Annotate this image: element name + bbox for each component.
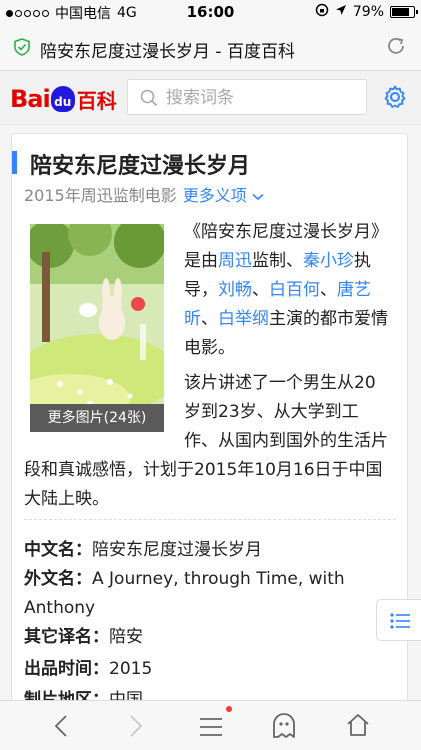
battery-icon <box>390 6 418 18</box>
intro-text-2: 监制、 <box>252 251 303 271</box>
chevron-down-icon <box>252 193 264 201</box>
director-link[interactable]: 秦小珍 <box>303 251 354 271</box>
status-bar: 中国电信 4G 16:00 79% <box>0 0 421 24</box>
search-icon <box>140 89 158 107</box>
menu-icon[interactable] <box>199 717 223 741</box>
info-key: 外文名： <box>24 569 92 589</box>
site-header: Bai du 百科 <box>0 71 421 125</box>
more-meanings-label: 更多义项 <box>182 186 247 205</box>
battery-label: 79% <box>352 4 384 20</box>
producer-link[interactable]: 周迅 <box>218 251 252 271</box>
ghost-icon[interactable] <box>272 713 296 743</box>
search-input[interactable] <box>166 86 356 110</box>
lock-rotation-icon <box>315 3 329 21</box>
forward-icon[interactable] <box>129 714 143 742</box>
actor-link[interactable]: 白百何 <box>269 280 320 300</box>
info-key: 中文名： <box>24 540 92 560</box>
info-value: 陪安东尼度过漫长岁月 <box>92 540 262 560</box>
search-box[interactable] <box>127 79 367 115</box>
shield-icon <box>14 38 30 60</box>
entry-subtitle-row: 2015年周迅监制电影 更多义项 <box>24 182 264 206</box>
entry-title: 陪安东尼度过漫长岁月 <box>30 154 251 179</box>
info-value: 陪安 <box>109 627 143 647</box>
separator: 、 <box>252 280 269 300</box>
notification-dot <box>226 706 232 712</box>
back-icon[interactable] <box>54 714 68 742</box>
synopsis-paragraph: 该片讲述了一个男生从20岁到23岁、从大学到工作、从国内到国外的生活片 <box>184 373 388 451</box>
info-row: 中文名：陪安东尼度过漫长岁月 <box>24 536 396 565</box>
home-icon[interactable] <box>346 713 370 741</box>
poster-image[interactable] <box>30 224 164 430</box>
paw-icon: du <box>50 86 75 112</box>
toc-button[interactable] <box>376 599 421 641</box>
logo-baike: 百科 <box>76 88 117 113</box>
info-row: 外文名：A Journey, through Time, with Anthon… <box>24 565 396 623</box>
location-icon <box>335 4 347 20</box>
refresh-icon[interactable] <box>385 35 407 57</box>
section-divider <box>24 519 396 520</box>
title-accent-bar <box>12 151 17 174</box>
entry-card: 陪安东尼度过漫长岁月 2015年周迅监制电影 更多义项 更多图片(24张) 《陪安… <box>11 133 408 750</box>
actor-link[interactable]: 白举纲 <box>218 309 269 329</box>
gear-icon[interactable] <box>383 85 407 113</box>
info-row: 出品时间：2015 <box>24 655 396 684</box>
info-row: 其它译名：陪安 <box>24 623 396 652</box>
logo-bai: Bai <box>10 85 51 113</box>
status-right: 79% <box>315 3 418 21</box>
more-images-button[interactable]: 更多图片(24张) <box>30 404 164 432</box>
info-key: 其它译名： <box>24 627 109 647</box>
entry-subtitle: 2015年周迅监制电影 <box>24 186 177 205</box>
actor-link[interactable]: 刘畅 <box>218 280 252 300</box>
list-icon <box>390 613 410 629</box>
page-title: 陪安东尼度过漫长岁月 - 百度百科 <box>40 42 295 62</box>
browser-bottom-bar <box>0 700 421 750</box>
separator: 、 <box>201 309 218 329</box>
baidu-baike-logo[interactable]: Bai du 百科 <box>10 84 117 114</box>
logo-du: du <box>54 95 72 109</box>
more-meanings-link[interactable]: 更多义项 <box>183 186 264 205</box>
synopsis-paragraph-continued: 段和真诚感悟，计划于2015年10月16日于中国大陆上映。 <box>24 460 383 509</box>
intro-paragraph: 《陪安东尼度过漫长岁月》是由周迅监制、秦小珍执导，刘畅、白百何、唐艺昕、白举纲主… <box>184 218 389 363</box>
info-value: 2015 <box>109 659 153 679</box>
info-key: 出品时间： <box>24 659 109 679</box>
browser-title-bar: 陪安东尼度过漫长岁月 - 百度百科 <box>0 24 421 71</box>
separator: 、 <box>320 280 337 300</box>
